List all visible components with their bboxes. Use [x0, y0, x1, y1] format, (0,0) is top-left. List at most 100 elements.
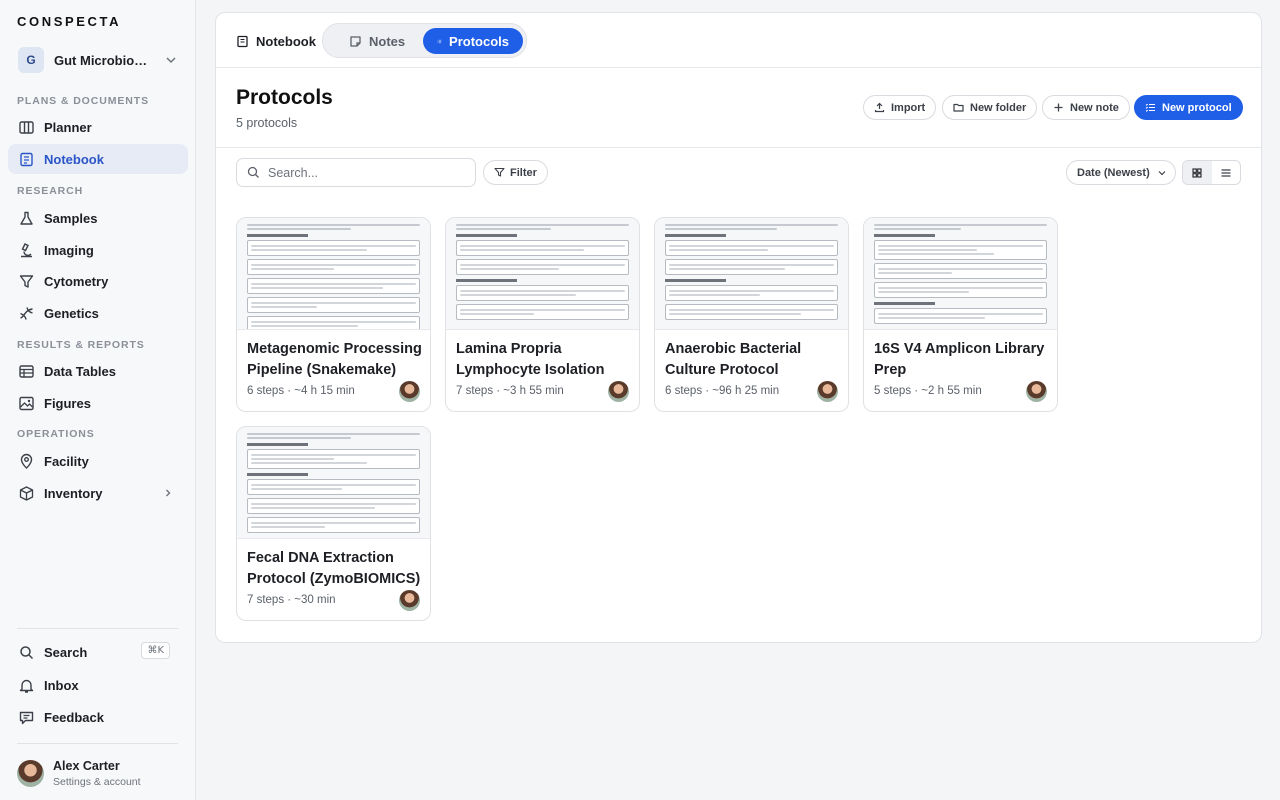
sidebar-item-label: Facility	[44, 453, 89, 469]
button-label: Import	[891, 101, 926, 114]
main-panel: Notebook Notes Protocols Protocols 5 pro…	[215, 12, 1262, 643]
workspace-switcher[interactable]: G Gut Microbiome Lab	[18, 47, 180, 73]
sidebar-item-notebook[interactable]: Notebook	[8, 144, 188, 174]
card-title: Fecal DNA Extraction Protocol (ZymoBIOMI…	[247, 550, 421, 587]
list-icon	[1221, 168, 1231, 177]
sidebar-item-facility[interactable]: Facility	[8, 446, 188, 476]
sidebar-item-label: Data Tables	[44, 363, 117, 379]
protocol-card[interactable]: 16S V4 Amplicon Library Prep 5 steps · ~…	[863, 217, 1058, 412]
sidebar-item-label: Cytometry	[44, 273, 109, 289]
protocol-card[interactable]: Lamina Propria Lymphocyte Isolation an… …	[445, 217, 640, 412]
upload-icon	[874, 102, 885, 113]
funnel-icon	[494, 167, 505, 177]
sidebar-item-imaging[interactable]: Imaging	[8, 235, 188, 265]
chevron-down-icon	[166, 57, 176, 64]
tab-bar: Notebook Notes Protocols	[216, 13, 1261, 68]
chat-bubble-icon	[19, 711, 34, 724]
tab-label: Notes	[369, 33, 406, 49]
sidebar-divider	[17, 628, 178, 629]
sidebar: CONSPECTA G Gut Microbiome Lab PLANS & D…	[0, 0, 196, 800]
sidebar-item-samples[interactable]: Samples	[8, 203, 188, 233]
view-toggle	[1182, 160, 1241, 185]
avatar	[17, 759, 44, 787]
columns-icon	[19, 120, 34, 134]
list-view-button[interactable]	[1212, 161, 1241, 184]
protocol-card[interactable]: Fecal DNA Extraction Protocol (ZymoBIOMI…	[236, 426, 431, 621]
search-icon	[247, 166, 259, 178]
card-title: Metagenomic Processing Pipeline (Snakema…	[247, 341, 422, 378]
sort-label: Date (Newest)	[1077, 166, 1150, 179]
tab-protocols[interactable]: Protocols	[423, 28, 523, 54]
protocol-preview	[864, 218, 1057, 330]
sidebar-divider	[17, 743, 178, 744]
protocol-preview	[237, 427, 430, 539]
microscope-icon	[21, 242, 32, 257]
sidebar-item-label: Search	[44, 644, 88, 660]
folder-icon	[953, 103, 964, 112]
notebook-icon	[237, 35, 248, 47]
card-meta: 5 steps · ~2 h 55 min	[874, 385, 982, 397]
card-title: Lamina Propria Lymphocyte Isolation an…	[456, 341, 605, 378]
sort-dropdown[interactable]: Date (Newest)	[1066, 160, 1176, 185]
protocol-preview	[237, 218, 430, 330]
tab-notes[interactable]: Notes	[335, 28, 419, 54]
workspace-name: Gut Microbiome Lab	[54, 52, 154, 68]
chevron-right-icon	[166, 489, 171, 497]
keyboard-shortcut: ⌘K	[141, 642, 170, 659]
new-note-button[interactable]: New note	[1042, 95, 1130, 120]
toolbar: Filter Date (Newest)	[216, 148, 1261, 208]
sidebar-item-label: Inbox	[44, 677, 79, 693]
section-label-operations: OPERATIONS	[17, 428, 95, 440]
app-logo: CONSPECTA	[17, 14, 122, 29]
card-meta: 6 steps · ~4 h 15 min	[247, 385, 355, 397]
grid-icon	[1192, 167, 1202, 178]
workspace-avatar: G	[18, 47, 44, 73]
sidebar-item-cytometry[interactable]: Cytometry	[8, 266, 188, 296]
page-title: Protocols	[236, 86, 333, 109]
button-label: New note	[1070, 101, 1119, 114]
funnel-icon	[19, 274, 34, 288]
user-name: Alex Carter	[53, 758, 120, 773]
plus-icon	[1054, 103, 1063, 112]
chevron-down-icon	[1158, 171, 1166, 176]
sidebar-item-inbox[interactable]: Inbox	[8, 670, 188, 700]
notebook-icon	[20, 152, 33, 166]
filter-button[interactable]: Filter	[483, 160, 548, 185]
image-icon	[19, 396, 34, 410]
grid-view-button[interactable]	[1183, 161, 1212, 184]
protocol-card[interactable]: Anaerobic Bacterial Culture Protocol 6 s…	[654, 217, 849, 412]
sidebar-item-inventory[interactable]: Inventory	[8, 478, 188, 508]
sidebar-item-planner[interactable]: Planner	[8, 112, 188, 142]
sidebar-item-figures[interactable]: Figures	[8, 388, 188, 418]
protocol-card[interactable]: Metagenomic Processing Pipeline (Snakema…	[236, 217, 431, 412]
tab-notebook[interactable]: Notebook	[236, 27, 316, 55]
avatar	[399, 381, 420, 402]
sidebar-item-genetics[interactable]: Genetics	[8, 298, 188, 328]
sidebar-item-feedback[interactable]: Feedback	[8, 702, 188, 732]
avatar	[399, 590, 420, 611]
import-button[interactable]: Import	[863, 95, 937, 120]
segmented-control: Notes Protocols	[322, 23, 527, 58]
protocol-preview	[655, 218, 848, 330]
card-meta: 7 steps · ~30 min	[247, 594, 336, 606]
sidebar-item-data-tables[interactable]: Data Tables	[8, 356, 188, 386]
avatar	[608, 381, 629, 402]
card-meta: 6 steps · ~96 h 25 min	[665, 385, 780, 397]
user-account-button[interactable]: Alex Carter Settings & account	[17, 757, 187, 789]
avatar	[817, 381, 838, 402]
avatar	[1026, 381, 1047, 402]
button-label: New protocol	[1162, 101, 1232, 114]
section-label-research: RESEARCH	[17, 185, 84, 197]
user-subtitle: Settings & account	[53, 775, 141, 788]
button-label: New folder	[970, 101, 1027, 114]
sidebar-item-search[interactable]: Search ⌘K	[8, 637, 188, 667]
sidebar-item-label: Figures	[44, 395, 91, 411]
box-icon	[19, 485, 34, 501]
new-folder-button[interactable]: New folder	[942, 95, 1038, 120]
flask-icon	[20, 211, 33, 225]
sidebar-item-label: Inventory	[44, 485, 103, 501]
section-label-results: RESULTS & REPORTS	[17, 339, 145, 351]
new-protocol-button[interactable]: New protocol	[1134, 95, 1243, 120]
search-input[interactable]	[268, 165, 458, 180]
sidebar-item-label: Feedback	[44, 709, 104, 725]
